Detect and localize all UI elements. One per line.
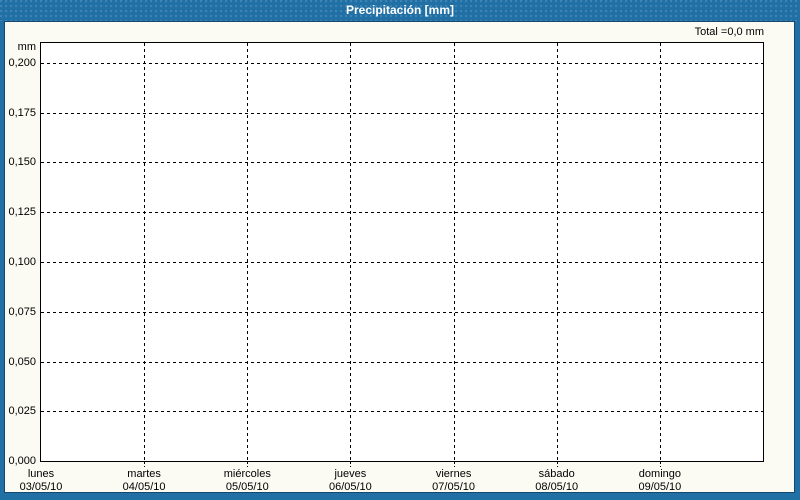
date-label: 08/05/10 bbox=[535, 481, 579, 493]
h-gridline bbox=[41, 162, 763, 164]
x-axis-tick bbox=[247, 462, 249, 467]
day-label: jueves bbox=[334, 468, 367, 480]
day-label: domingo bbox=[638, 468, 681, 480]
h-gridline bbox=[41, 112, 763, 114]
x-axis-tick bbox=[659, 462, 661, 467]
v-gridline bbox=[659, 43, 661, 461]
y-tick-label: 0,050 bbox=[8, 355, 36, 368]
h-gridline bbox=[41, 411, 763, 413]
day-label: lunes bbox=[27, 468, 55, 480]
y-tick-label: 0,125 bbox=[8, 206, 36, 219]
v-gridline bbox=[247, 43, 249, 461]
y-tick-label: 0,100 bbox=[8, 256, 36, 268]
plot-area bbox=[40, 42, 764, 462]
date-label: 05/05/10 bbox=[225, 481, 269, 493]
day-label: miércoles bbox=[223, 468, 271, 480]
h-gridline bbox=[41, 311, 763, 313]
x-axis-tick bbox=[144, 462, 146, 467]
y-tick-label: 0,000 bbox=[8, 455, 36, 467]
chart-title-bar: Precipitación [mm] bbox=[0, 0, 800, 21]
date-label: 03/05/10 bbox=[19, 481, 63, 493]
date-label: 09/05/10 bbox=[638, 481, 682, 493]
x-axis-tick bbox=[556, 462, 558, 467]
day-label: martes bbox=[127, 468, 161, 480]
y-tick-label: 0,025 bbox=[8, 405, 36, 418]
chart-title: Precipitación [mm] bbox=[345, 3, 455, 17]
day-label: sábado bbox=[538, 468, 575, 480]
y-tick-label: 0,150 bbox=[8, 156, 36, 169]
v-gridline bbox=[556, 43, 558, 461]
date-label: 07/05/10 bbox=[432, 481, 476, 493]
date-label: 04/05/10 bbox=[122, 481, 166, 493]
h-gridline bbox=[41, 361, 763, 363]
day-label: viernes bbox=[435, 468, 472, 480]
h-gridline bbox=[41, 262, 763, 263]
y-tick-label: 0,200 bbox=[8, 56, 36, 69]
y-tick-label: 0,175 bbox=[8, 106, 36, 119]
h-gridline bbox=[41, 62, 763, 64]
date-label: 06/05/10 bbox=[328, 481, 372, 493]
v-gridline bbox=[453, 43, 455, 461]
chart-panel: Total =0,0 mm mm 0,000 0,025 0,050 0,075 0,1… bbox=[4, 21, 795, 493]
total-label: Total =0,0 mm bbox=[694, 26, 764, 38]
x-axis-tick bbox=[350, 462, 352, 467]
h-gridline bbox=[41, 212, 763, 214]
v-gridline bbox=[144, 43, 146, 461]
y-axis-unit-label: mm bbox=[17, 41, 36, 53]
app-window: Precipitación [mm] Total =0,0 mm mm 0,00… bbox=[0, 0, 800, 500]
x-axis-tick bbox=[453, 462, 455, 467]
v-gridline bbox=[350, 43, 352, 461]
y-tick-label: 0,075 bbox=[8, 305, 36, 318]
